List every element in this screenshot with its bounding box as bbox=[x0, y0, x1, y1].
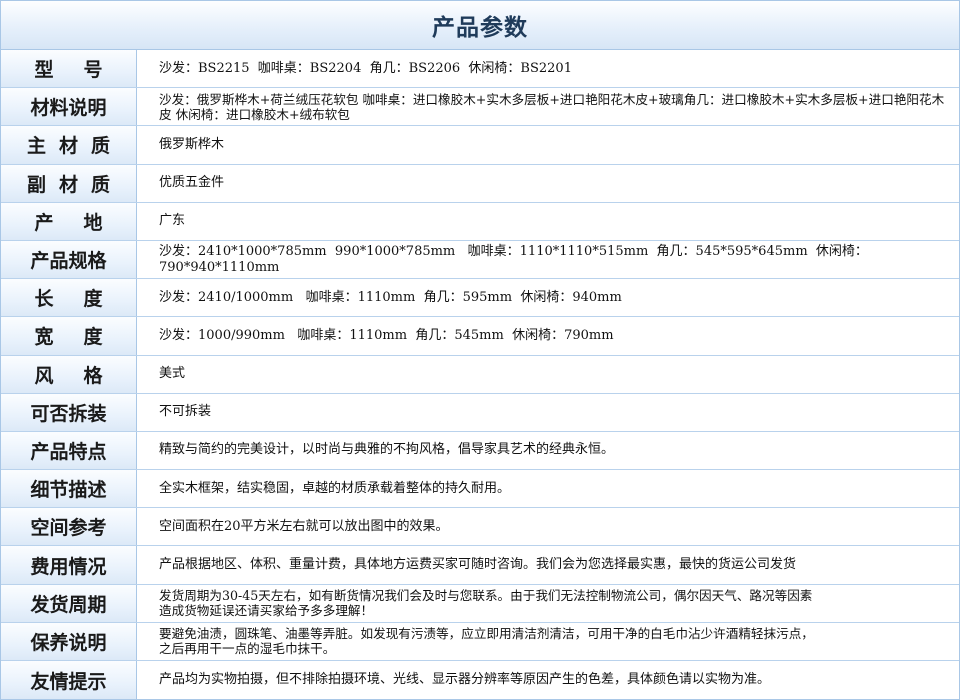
row-shipping: 发货周期 发货周期为30-45天左右，如有断货情况我们会及时与您联系。由于我们无… bbox=[1, 584, 959, 623]
row-label: 型号 bbox=[1, 50, 137, 88]
row-materials: 材料说明 沙发：俄罗斯桦木+荷兰绒压花软包 咖啡桌：进口橡胶木+实木多层板+进口… bbox=[1, 88, 959, 127]
value-text: 沙发：2410*1000*785mm 990*1000*785mm 咖啡桌：11… bbox=[159, 243, 868, 275]
row-label: 长度 bbox=[1, 279, 137, 317]
label-text: 副材质 bbox=[26, 173, 123, 196]
row-label: 主材质 bbox=[1, 126, 137, 164]
row-value: 不可拆装 bbox=[137, 394, 959, 431]
product-params-table: 产品参数 型号 沙发：BS2215 咖啡桌：BS2204 角几：BS2206 休… bbox=[0, 0, 960, 700]
label-text: 保养说明 bbox=[30, 631, 107, 654]
value-text: 产品均为实物拍摄，但不排除拍摄环境、光线、显示器分辨率等原因产生的色差，具体颜色… bbox=[159, 672, 771, 688]
row-label: 细节描述 bbox=[1, 470, 137, 508]
row-label: 副材质 bbox=[1, 164, 137, 202]
value-text: 精致与简约的完美设计，以时尚与典雅的不拘风格，倡导家具艺术的经典永恒。 bbox=[159, 442, 615, 458]
value-text: 优质五金件 bbox=[159, 175, 225, 191]
label-text: 宽度 bbox=[34, 326, 133, 349]
label-text: 空间参考 bbox=[30, 517, 107, 540]
row-label: 材料说明 bbox=[1, 88, 137, 126]
row-cost: 费用情况 产品根据地区、体积、重量计费，具体地方运费买家可随时咨询。我们会为您选… bbox=[1, 546, 959, 585]
row-label: 费用情况 bbox=[1, 546, 137, 584]
row-care: 保养说明 要避免油渍，圆珠笔、油墨等弄脏。如发现有污渍等，应立即用清洁剂清洁，可… bbox=[1, 622, 959, 661]
row-value: 空间面积在20平方米左右就可以放出图中的效果。 bbox=[137, 508, 959, 545]
row-value: 精致与简约的完美设计，以时尚与典雅的不拘风格，倡导家具艺术的经典永恒。 bbox=[137, 432, 959, 469]
row-length: 长度 沙发：2410/1000mm 咖啡桌：1110mm 角几：595mm 休闲… bbox=[1, 279, 959, 318]
row-model: 型号 沙发：BS2215 咖啡桌：BS2204 角几：BS2206 休闲椅：BS… bbox=[1, 50, 959, 89]
value-text: 空间面积在20平方米左右就可以放出图中的效果。 bbox=[159, 518, 449, 534]
label-text: 可否拆装 bbox=[30, 402, 107, 425]
label-text: 长度 bbox=[34, 288, 133, 311]
row-label: 保养说明 bbox=[1, 622, 137, 660]
label-text: 主材质 bbox=[26, 135, 123, 158]
value-text: 美式 bbox=[159, 366, 186, 382]
table-title: 产品参数 bbox=[432, 15, 528, 41]
row-label: 风格 bbox=[1, 355, 137, 393]
row-value: 俄罗斯桦木 bbox=[137, 126, 959, 163]
row-value: 要避免油渍，圆珠笔、油墨等弄脏。如发现有污渍等，应立即用清洁剂清洁，可用干净的白… bbox=[137, 623, 959, 660]
row-origin: 产地 广东 bbox=[1, 202, 959, 241]
row-value: 广东 bbox=[137, 203, 959, 240]
row-secondary-material: 副材质 优质五金件 bbox=[1, 164, 959, 203]
row-value: 沙发：2410*1000*785mm 990*1000*785mm 咖啡桌：11… bbox=[137, 241, 959, 278]
row-tips: 友情提示 产品均为实物拍摄，但不排除拍摄环境、光线、显示器分辨率等原因产生的色差… bbox=[1, 661, 959, 700]
value-text: 发货周期为30-45天左右，如有断货情况我们会及时与您联系。由于我们无法控制物流… bbox=[159, 588, 813, 619]
row-label: 宽度 bbox=[1, 317, 137, 355]
label-text: 产品规格 bbox=[30, 250, 107, 273]
label-text: 发货周期 bbox=[30, 593, 107, 616]
label-text: 友情提示 bbox=[30, 670, 107, 693]
row-value: 产品根据地区、体积、重量计费，具体地方运费买家可随时咨询。我们会为您选择最实惠，… bbox=[137, 546, 959, 583]
value-text: 沙发：1000/990mm 咖啡桌：1110mm 角几：545mm 休闲椅：79… bbox=[159, 327, 614, 343]
row-label: 空间参考 bbox=[1, 508, 137, 546]
label-text: 材料说明 bbox=[30, 97, 107, 120]
row-value: 发货周期为30-45天左右，如有断货情况我们会及时与您联系。由于我们无法控制物流… bbox=[137, 585, 959, 622]
label-text: 型号 bbox=[34, 59, 133, 82]
value-text: 产品根据地区、体积、重量计费，具体地方运费买家可随时咨询。我们会为您选择最实惠，… bbox=[159, 557, 797, 573]
value-text: 不可拆装 bbox=[159, 404, 212, 420]
value-text: 沙发：2410/1000mm 咖啡桌：1110mm 角几：595mm 休闲椅：9… bbox=[159, 289, 622, 305]
row-space: 空间参考 空间面积在20平方米左右就可以放出图中的效果。 bbox=[1, 508, 959, 547]
row-details: 细节描述 全实木框架，结实稳固，卓越的材质承载着整体的持久耐用。 bbox=[1, 470, 959, 509]
row-value: 沙发：1000/990mm 咖啡桌：1110mm 角几：545mm 休闲椅：79… bbox=[137, 317, 959, 354]
row-label: 产地 bbox=[1, 202, 137, 240]
label-text: 产地 bbox=[34, 211, 133, 234]
params-rows: 型号 沙发：BS2215 咖啡桌：BS2204 角几：BS2206 休闲椅：BS… bbox=[1, 50, 959, 700]
row-value: 优质五金件 bbox=[137, 165, 959, 202]
row-label: 产品规格 bbox=[1, 240, 137, 279]
row-label: 发货周期 bbox=[1, 584, 137, 622]
value-text: 沙发：俄罗斯桦木+荷兰绒压花软包 咖啡桌：进口橡胶木+实木多层板+进口艳阳花木皮… bbox=[159, 91, 945, 122]
row-main-material: 主材质 俄罗斯桦木 bbox=[1, 126, 959, 165]
row-specs: 产品规格 沙发：2410*1000*785mm 990*1000*785mm 咖… bbox=[1, 240, 959, 280]
row-label: 产品特点 bbox=[1, 431, 137, 470]
label-text: 产品特点 bbox=[30, 440, 107, 463]
row-value: 沙发：BS2215 咖啡桌：BS2204 角几：BS2206 休闲椅：BS220… bbox=[137, 50, 959, 87]
value-text: 沙发：BS2215 咖啡桌：BS2204 角几：BS2206 休闲椅：BS220… bbox=[159, 60, 572, 76]
row-detachable: 可否拆装 不可拆装 bbox=[1, 393, 959, 432]
value-text: 广东 bbox=[159, 213, 186, 229]
label-text: 风格 bbox=[34, 364, 133, 387]
value-text: 全实木框架，结实稳固，卓越的材质承载着整体的持久耐用。 bbox=[159, 480, 511, 496]
row-label: 友情提示 bbox=[1, 661, 137, 700]
row-value: 产品均为实物拍摄，但不排除拍摄环境、光线、显示器分辨率等原因产生的色差，具体颜色… bbox=[137, 661, 959, 699]
table-title-bar: 产品参数 bbox=[1, 1, 959, 50]
row-value: 沙发：俄罗斯桦木+荷兰绒压花软包 咖啡桌：进口橡胶木+实木多层板+进口艳阳花木皮… bbox=[137, 88, 959, 125]
row-label: 可否拆装 bbox=[1, 393, 137, 431]
row-value: 全实木框架，结实稳固，卓越的材质承载着整体的持久耐用。 bbox=[137, 470, 959, 507]
label-text: 费用情况 bbox=[30, 555, 107, 578]
row-value: 沙发：2410/1000mm 咖啡桌：1110mm 角几：595mm 休闲椅：9… bbox=[137, 279, 959, 316]
row-style: 风格 美式 bbox=[1, 355, 959, 394]
value-text: 俄罗斯桦木 bbox=[159, 136, 225, 152]
row-width: 宽度 沙发：1000/990mm 咖啡桌：1110mm 角几：545mm 休闲椅… bbox=[1, 317, 959, 356]
label-text: 细节描述 bbox=[30, 479, 107, 502]
value-text: 要避免油渍，圆珠笔、油墨等弄脏。如发现有污渍等，应立即用清洁剂清洁，可用干净的白… bbox=[159, 626, 814, 657]
row-value: 美式 bbox=[137, 356, 959, 393]
row-features: 产品特点 精致与简约的完美设计，以时尚与典雅的不拘风格，倡导家具艺术的经典永恒。 bbox=[1, 431, 959, 471]
